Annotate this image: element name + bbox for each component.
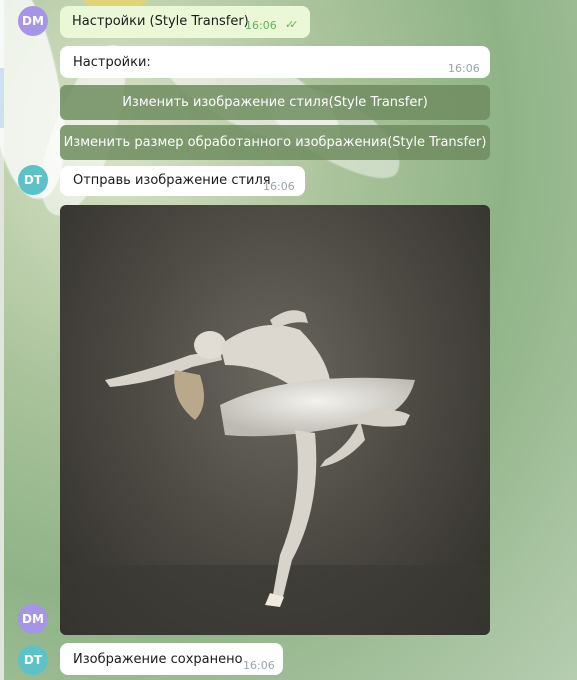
avatar-dm[interactable]: DM [18,604,48,634]
message-bubble-outgoing[interactable]: Настройки (Style Transfer) 16:06 ✓✓ [60,6,310,38]
message-bubble-incoming[interactable]: Отправь изображение стиля 16:06 [60,166,305,196]
message-text: Изображение сохранено [73,652,243,667]
avatar-dt[interactable]: DT [18,645,48,675]
ballerina-photo[interactable] [60,205,490,635]
message-text: Настройки: [73,55,151,70]
avatar-dt[interactable]: DT [18,165,48,195]
message-time: 16:06 [448,62,480,75]
keyboard-button-change-style-image[interactable]: Изменить изображение стиля(Style Transfe… [60,85,490,120]
ballerina-illustration [60,310,490,635]
message-bubble-incoming[interactable]: Настройки: 16:06 [60,46,490,78]
message-bubble-incoming[interactable]: Изображение сохранено 16:06 [60,643,283,675]
avatar-dm[interactable]: DM [18,6,48,36]
message-time: 16:06 [243,659,275,672]
message-text: Настройки (Style Transfer) [72,14,249,29]
double-check-icon: ✓✓ [285,18,299,31]
message-text: Отправь изображение стиля [73,173,271,188]
keyboard-button-change-output-size[interactable]: Изменить размер обработанного изображени… [60,125,490,160]
message-time: 16:06 [245,19,277,32]
message-time: 16:06 [263,180,295,193]
